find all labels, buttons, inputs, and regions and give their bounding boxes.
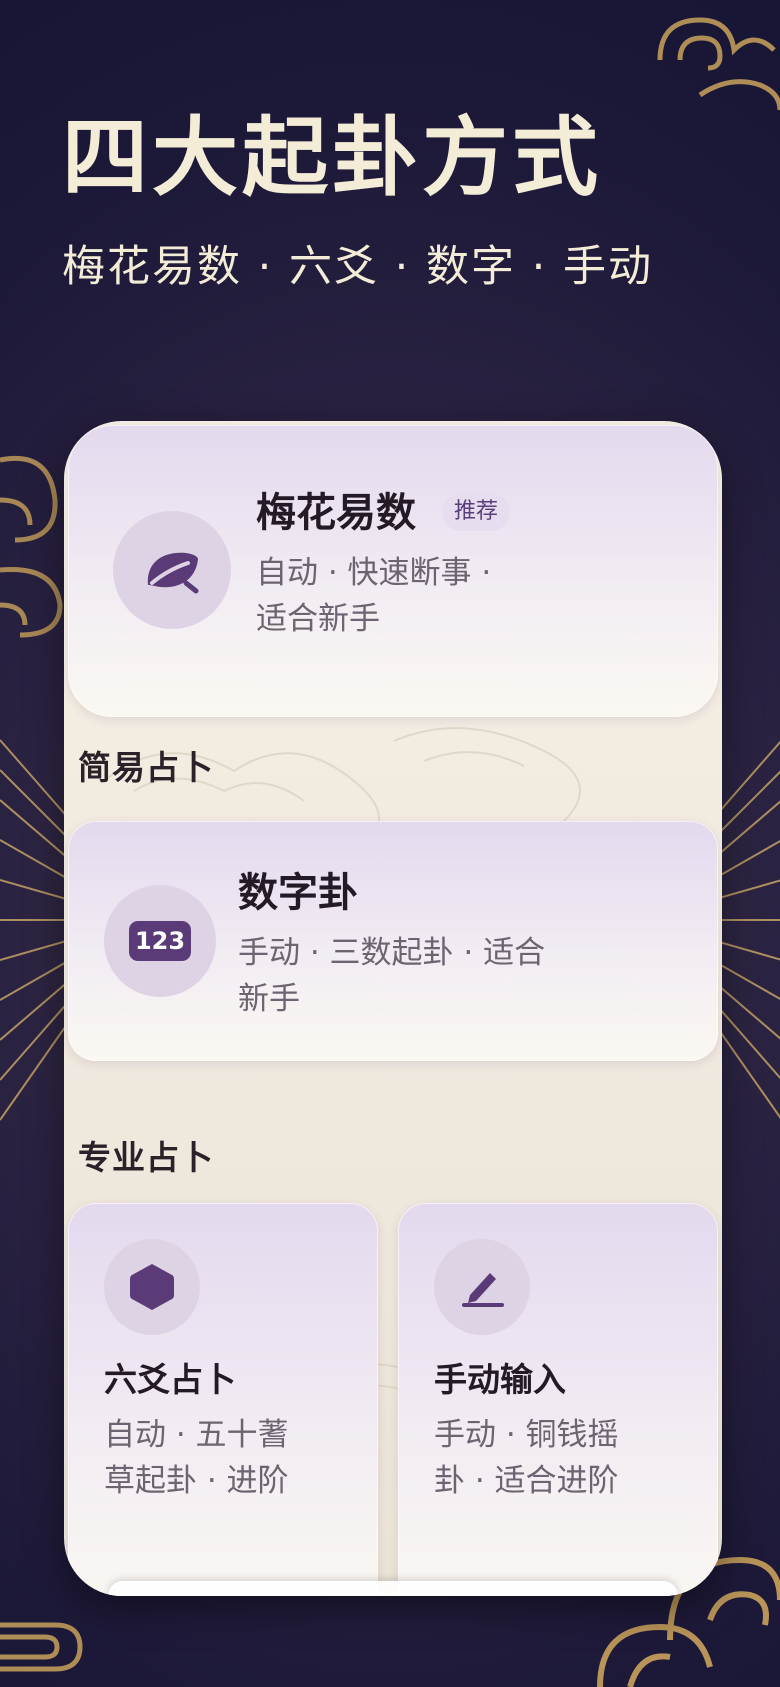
liuyao-card-title: 六爻占卜 — [104, 1360, 236, 1399]
featured-card-desc-line2: 适合新手 — [256, 601, 380, 637]
liuyao-icon-circle — [104, 1239, 200, 1335]
numbers-123-icon: 123 — [128, 921, 192, 961]
method-card-number[interactable]: 123 数字卦 手动 · 三数起卦 · 适合 新手 — [68, 821, 718, 1061]
golden-rays-right — [712, 740, 780, 1119]
hero-title: 四大起卦方式 — [62, 108, 602, 208]
pencil-icon — [462, 1273, 504, 1307]
cloud-decoration-top-right — [657, 17, 780, 110]
recommended-badge: 推荐 — [442, 493, 511, 531]
hero-subtitle: 梅花易数 · 六爻 · 数字 · 手动 — [62, 242, 654, 292]
phone-mockup: 梅花易数 推荐 自动 · 快速断事 · 适合新手 简易占卜 123 数字卦 手动… — [64, 421, 722, 1596]
manual-card-desc-line1: 手动 · 铜钱摇 — [434, 1417, 619, 1453]
featured-method-card-meihua[interactable]: 梅花易数 推荐 自动 · 快速断事 · 适合新手 — [68, 425, 718, 717]
featured-card-desc-line1: 自动 · 快速断事 · — [256, 555, 492, 591]
number-card-desc-line2: 新手 — [238, 981, 300, 1017]
manual-icon-circle — [434, 1239, 530, 1335]
method-card-liuyao[interactable]: 六爻占卜 自动 · 五十蓍 草起卦 · 进阶 — [68, 1203, 378, 1596]
liuyao-card-desc-line2: 草起卦 · 进阶 — [104, 1463, 289, 1499]
featured-icon-circle — [113, 511, 231, 629]
cloud-decoration-left — [0, 455, 63, 638]
section-label-simple: 简易占卜 — [78, 748, 214, 787]
golden-rays-left — [0, 739, 70, 1121]
manual-card-desc-line2: 卦 · 适合进阶 — [434, 1463, 619, 1499]
manual-card-title: 手动输入 — [434, 1360, 566, 1399]
bottom-bar-hint — [108, 1581, 678, 1596]
leaf-icon — [147, 552, 199, 594]
number-card-desc-line1: 手动 · 三数起卦 · 适合 — [238, 935, 546, 971]
number-icon-circle: 123 — [104, 885, 216, 997]
hexagon-icon — [130, 1264, 174, 1310]
cloud-decoration-bottom-left — [0, 1622, 83, 1672]
featured-card-title: 梅花易数 — [256, 490, 416, 536]
number-card-title: 数字卦 — [238, 870, 358, 916]
method-card-manual[interactable]: 手动输入 手动 · 铜钱摇 卦 · 适合进阶 — [398, 1203, 718, 1596]
section-label-pro: 专业占卜 — [78, 1138, 214, 1177]
liuyao-card-desc-line1: 自动 · 五十蓍 — [104, 1417, 289, 1453]
